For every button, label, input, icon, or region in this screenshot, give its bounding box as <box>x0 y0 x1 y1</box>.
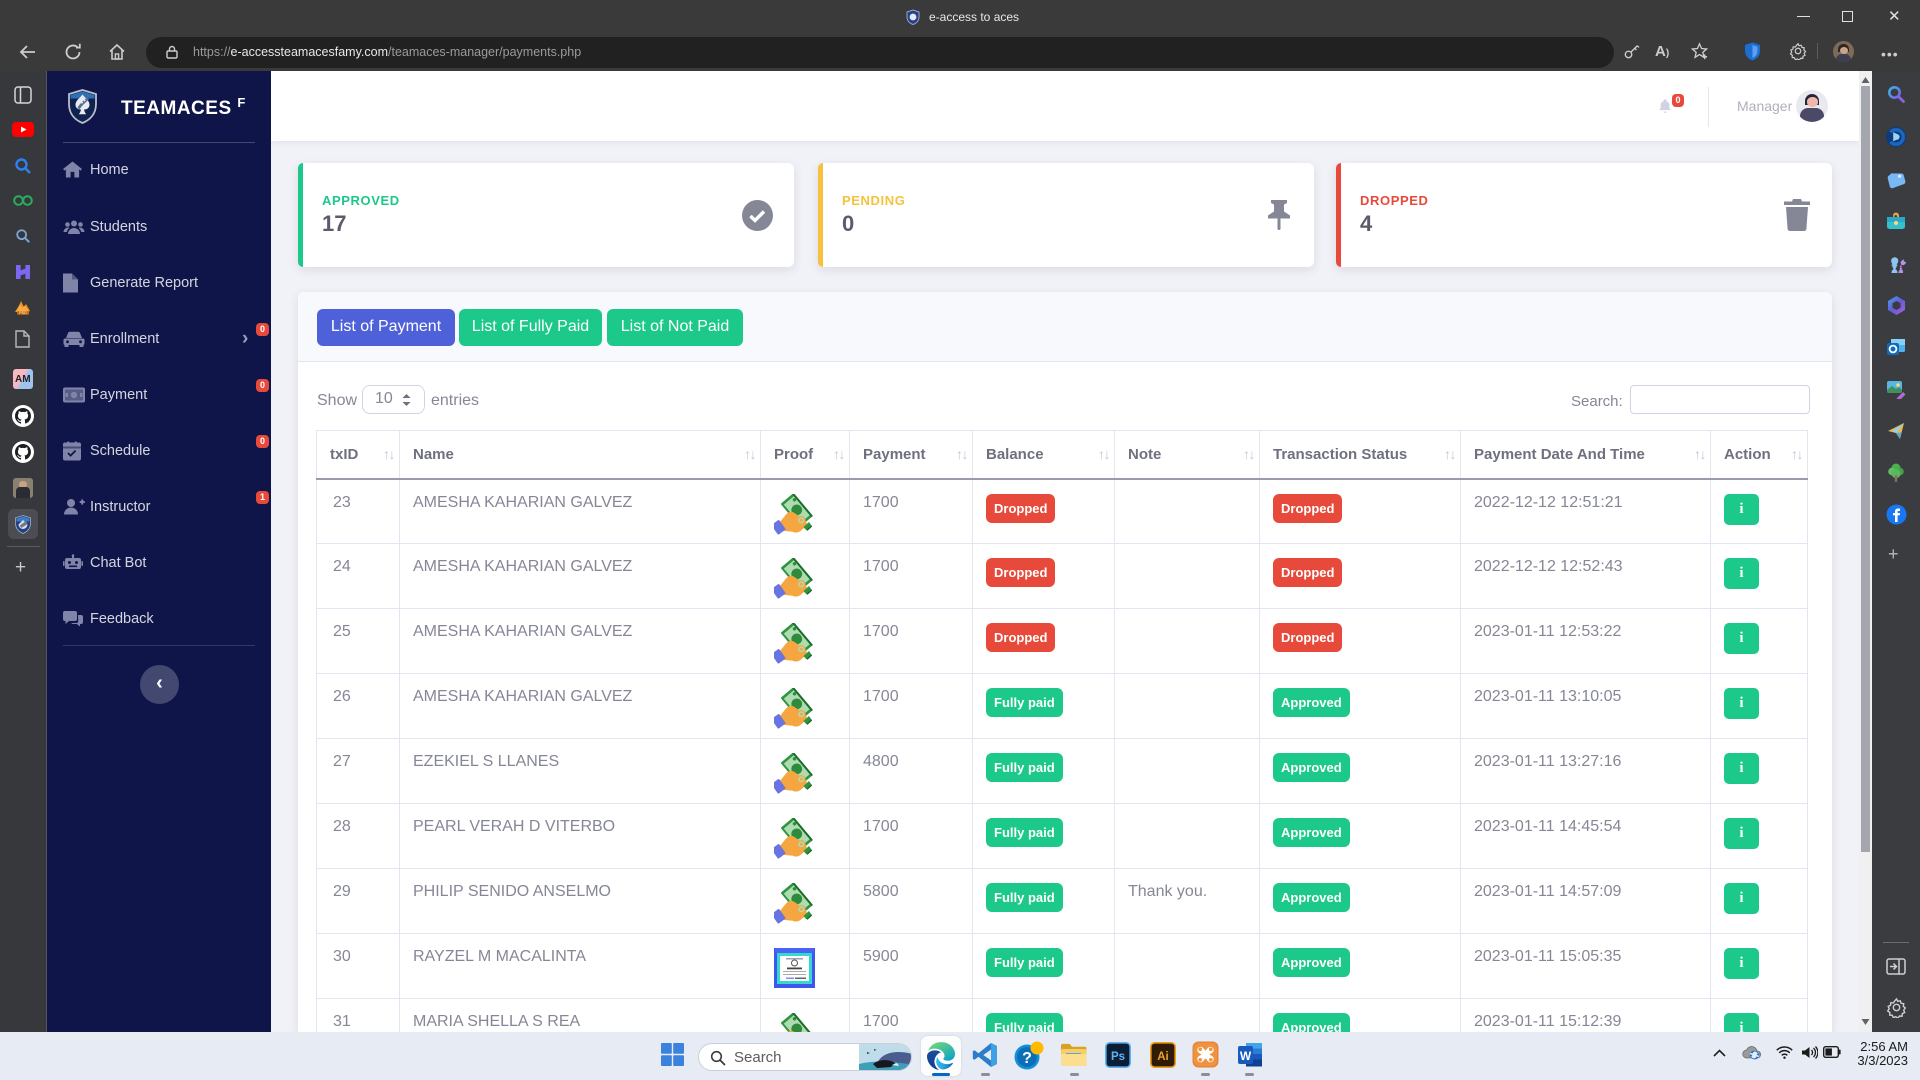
svg-text:PSO: PSO <box>19 311 27 315</box>
svg-text:Ai: Ai <box>1157 1051 1169 1063</box>
svg-text:?: ? <box>1022 1050 1032 1067</box>
svg-text:Ps: Ps <box>1111 1051 1125 1063</box>
svg-text:W: W <box>1240 1049 1252 1063</box>
